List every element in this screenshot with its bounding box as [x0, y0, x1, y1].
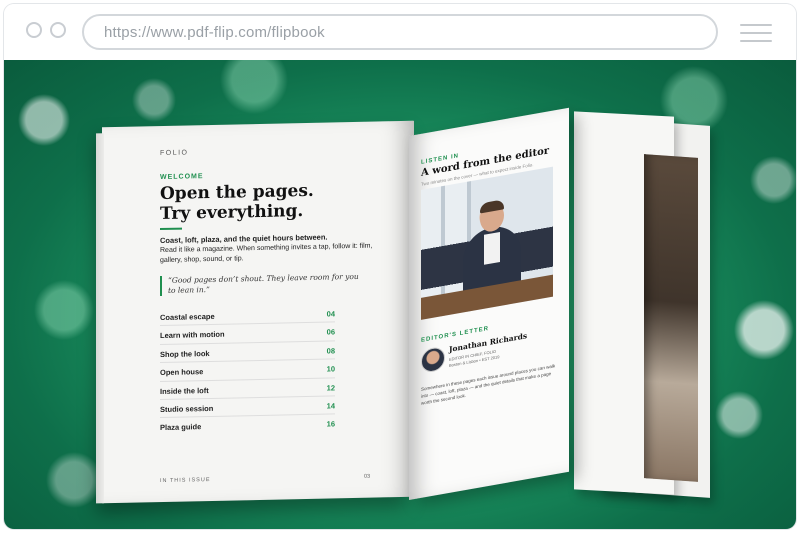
headline-line: Try everything. — [160, 201, 304, 225]
browser-toolbar: https://www.pdf-flip.com/flipbook — [4, 4, 796, 60]
toc-item[interactable]: Plaza guide 16 — [160, 415, 335, 436]
browser-window: https://www.pdf-flip.com/flipbook FOLIO … — [4, 4, 796, 529]
magazine-brand: FOLIO — [160, 149, 189, 158]
toc-title: Coastal escape — [160, 311, 215, 323]
shirt-shape — [484, 231, 500, 265]
table-of-contents: Coastal escape 04 Learn with motion 06 Sho… — [160, 304, 335, 435]
page-edge — [96, 133, 104, 504]
toc-page: 16 — [326, 419, 335, 429]
avatar — [421, 345, 445, 374]
window-control-dot[interactable] — [26, 22, 42, 38]
window-control-dot[interactable] — [50, 22, 66, 38]
letter-body: Somewhere in these pages each issue arou… — [421, 363, 556, 406]
toc-title: Studio session — [160, 403, 214, 415]
toc-title: Learn with motion — [160, 330, 225, 341]
toc-title: Inside the loft — [160, 385, 209, 396]
deck-body: Read it like a magazine. When something … — [160, 242, 373, 265]
toc-page: 10 — [326, 364, 335, 374]
toc-title: Shop the look — [160, 348, 210, 359]
accent-rule — [160, 227, 182, 231]
flipbook-stage: FOLIO WELCOME Open the pages. Try everyt… — [4, 60, 796, 529]
toc-page: 08 — [326, 346, 335, 356]
toc-page: 12 — [326, 382, 335, 393]
toc-page: 14 — [326, 401, 335, 411]
toc-page: 06 — [326, 327, 335, 337]
right-page-turning[interactable]: LISTEN IN A word from the editor Two min… — [409, 107, 569, 500]
address-bar[interactable]: https://www.pdf-flip.com/flipbook — [82, 14, 718, 50]
section-kicker: WELCOME — [160, 173, 204, 182]
page-footer-label: IN THIS ISSUE — [160, 476, 211, 485]
deck-text: Coast, loft, plaza, and the quiet hours … — [160, 231, 390, 266]
url-text[interactable]: https://www.pdf-flip.com/flipbook — [104, 24, 325, 41]
left-page[interactable]: FOLIO WELCOME Open the pages. Try everyt… — [96, 120, 414, 504]
page-headline: Open the pages. Try everything. — [160, 179, 390, 224]
page-number: 03 — [364, 473, 371, 480]
flipbook[interactable]: FOLIO WELCOME Open the pages. Try everyt… — [4, 60, 796, 529]
toc-page: 04 — [326, 309, 335, 319]
editor-photo[interactable] — [421, 166, 553, 320]
pull-quote: “Good pages don’t shout. They leave room… — [160, 271, 368, 297]
page-photo — [644, 154, 698, 482]
toc-title: Open house — [160, 367, 204, 378]
hamburger-menu-icon[interactable] — [740, 24, 774, 42]
toc-title: Plaza guide — [160, 422, 202, 433]
